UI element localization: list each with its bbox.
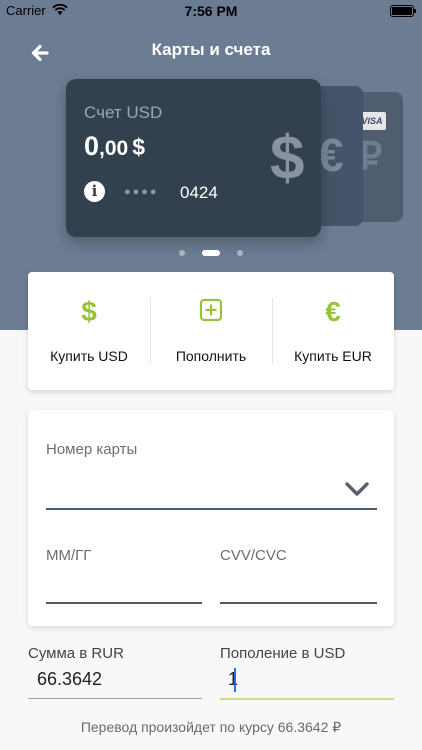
account-balance: 0,00 $ — [84, 131, 145, 162]
buy-usd-label: Купить USD — [50, 348, 128, 364]
rur-amount-label: Сумма в RUR — [28, 645, 124, 662]
info-icon[interactable]: i — [84, 181, 105, 202]
cvv-input[interactable] — [220, 573, 377, 599]
page-dot-active[interactable] — [202, 250, 220, 256]
buy-usd-button[interactable]: $ Купить USD — [28, 272, 150, 390]
dollar-icon: $ — [81, 296, 97, 327]
balance-integer: 0 — [84, 131, 100, 161]
text-cursor — [234, 668, 236, 692]
usd-account-card[interactable]: Счет USD 0,00 $ $ i ●●●● 0424 — [66, 79, 321, 237]
euro-icon: € — [325, 296, 341, 327]
account-label: Счет USD — [84, 103, 163, 122]
page-dot[interactable] — [179, 250, 185, 256]
card-mask: ●●●● — [124, 186, 159, 198]
usd-amount-label: Пополение в USD — [220, 645, 346, 662]
page-title: Карты и счета — [151, 40, 271, 59]
card-number-label: Номер карты — [46, 441, 138, 458]
chevron-down-icon[interactable] — [344, 480, 370, 498]
page-dot[interactable] — [237, 250, 243, 256]
rur-amount-input[interactable]: 66.3642 — [37, 669, 102, 690]
balance-currency: $ — [132, 134, 146, 160]
card-number-underline — [46, 508, 377, 510]
card-last-digits: 0424 — [180, 183, 218, 202]
status-bar: Carrier 7:56 PM — [0, 0, 422, 22]
buy-eur-button[interactable]: € Купить EUR — [272, 272, 394, 390]
battery-icon — [390, 5, 416, 17]
rur-amount-underline — [28, 698, 202, 699]
balance-decimal: ,00 — [99, 137, 129, 160]
expiry-underline — [46, 602, 202, 604]
buy-eur-label: Купить EUR — [294, 348, 372, 364]
top-up-button[interactable]: Пополнить — [150, 272, 272, 390]
usd-amount-input[interactable]: 1 — [228, 669, 238, 690]
card-form: Номер карты ММ/ГГ CVV/CVC — [28, 410, 394, 626]
cvv-underline — [220, 602, 377, 604]
plus-square-icon — [150, 296, 272, 328]
dollar-icon: $ — [270, 124, 305, 193]
page-indicator[interactable] — [0, 249, 422, 257]
usd-amount-underline — [220, 698, 394, 700]
top-up-label: Пополнить — [175, 348, 247, 364]
expiry-label: ММ/ГГ — [46, 547, 92, 564]
cvv-label: CVV/CVC — [220, 547, 287, 564]
exchange-rate-hint: Перевод произойдет по курсу 66.3642 ₽ — [80, 719, 342, 735]
expiry-input[interactable] — [46, 573, 202, 599]
actions-panel: $ Купить USD Пополнить € Купить EUR — [28, 272, 394, 390]
euro-icon: € — [318, 129, 344, 181]
card-number-input[interactable] — [46, 478, 336, 504]
status-time: 7:56 PM — [184, 3, 238, 19]
